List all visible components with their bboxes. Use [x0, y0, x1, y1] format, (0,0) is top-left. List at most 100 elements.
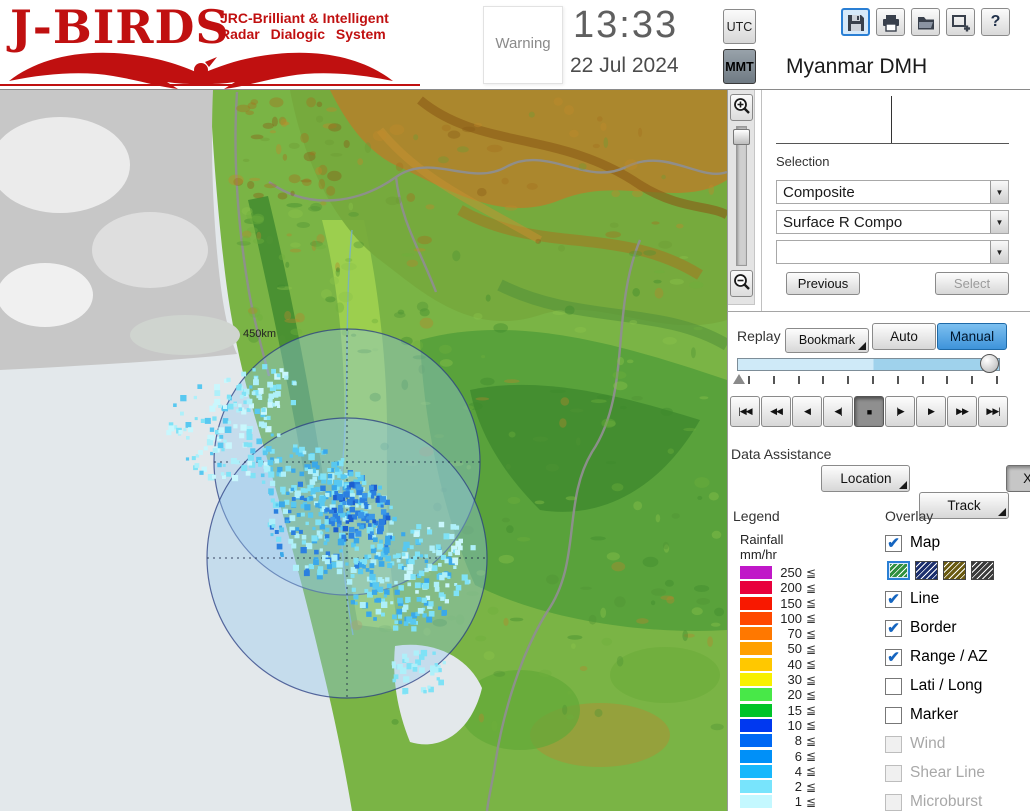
- less-equal-symbol: ≦: [806, 611, 817, 626]
- zoom-in-button[interactable]: [730, 94, 753, 121]
- legend-color-swatch: [740, 718, 772, 732]
- overlay-item-marker[interactable]: Marker: [885, 704, 1030, 726]
- overlay-item-range-az[interactable]: ✔ Range / AZ: [885, 646, 1030, 668]
- playback-fast-rewind-button[interactable]: ◀◀: [761, 396, 791, 427]
- legend-row: 4 ≦: [740, 764, 883, 779]
- product-dropdown[interactable]: Surface R Compo ▼: [776, 210, 1009, 234]
- playback-stop-button[interactable]: ■: [854, 396, 884, 427]
- help-button[interactable]: ?: [981, 8, 1010, 36]
- legend-value: 20: [787, 687, 802, 703]
- overlay-label: Map: [910, 534, 941, 551]
- overlay-checkbox-list: ✔ Map ✔ Line ✔ Border ✔ Range / AZ Lati / Long Ma…: [885, 532, 1030, 811]
- clock-time: 13:33: [573, 4, 679, 46]
- map-color-swatch-0[interactable]: [887, 561, 910, 580]
- logo-subtitle-line2: Radar Dialogic System: [220, 26, 386, 42]
- control-panel: Selection Composite ▼ Surface R Compo ▼ …: [727, 90, 1030, 811]
- chevron-down-icon[interactable]: ▼: [990, 181, 1008, 203]
- overlay-label: Border: [910, 619, 957, 636]
- replay-slider-handle[interactable]: [980, 354, 999, 373]
- overlay-item-lati-long[interactable]: Lati / Long: [885, 675, 1030, 697]
- zoom-slider-handle[interactable]: [733, 129, 750, 145]
- mmt-button[interactable]: MMT: [723, 49, 756, 84]
- map-color-options: [887, 561, 1030, 581]
- checkbox[interactable]: ✔: [885, 648, 902, 666]
- replay-start-marker: [733, 374, 745, 384]
- map-color-swatch-1[interactable]: [915, 561, 938, 580]
- less-equal-symbol: ≦: [806, 779, 817, 794]
- save-button[interactable]: [841, 8, 870, 36]
- zoom-out-button[interactable]: [730, 270, 753, 297]
- overlay-label: Microburst: [910, 793, 983, 810]
- logo-subtitle-line1: JRC-Brilliant & Intelligent: [220, 10, 389, 26]
- playback-step-forward-button[interactable]: ▶: [916, 396, 946, 427]
- warning-label: Warning: [495, 35, 551, 52]
- playback-controls: |◀◀ ◀◀ ◀ ◀| ■ |▶ ▶ ▶▶ ▶▶|: [730, 396, 1010, 427]
- less-equal-symbol: ≦: [806, 657, 817, 672]
- option-dropdown[interactable]: ▼: [776, 240, 1009, 264]
- overlay-item-map[interactable]: ✔ Map: [885, 532, 1030, 554]
- utc-button[interactable]: UTC: [723, 9, 756, 44]
- legend-row: 30 ≦: [740, 672, 883, 687]
- legend-color-swatch: [740, 734, 772, 748]
- legend-value: 150: [780, 595, 802, 611]
- location-button[interactable]: Location: [821, 465, 911, 492]
- legend-value: 8: [794, 733, 802, 749]
- playback-jump-last-button[interactable]: ▶▶|: [978, 396, 1008, 427]
- station-info-underline: [776, 143, 1009, 144]
- playback-play-forward-button[interactable]: |▶: [885, 396, 915, 427]
- composite-dropdown[interactable]: Composite ▼: [776, 180, 1009, 204]
- zoom-slider-track[interactable]: [733, 126, 750, 266]
- overlay-label: Range / AZ: [910, 648, 988, 665]
- legend-row: 10 ≦: [740, 718, 883, 733]
- overlay-item-border[interactable]: ✔ Border: [885, 617, 1030, 639]
- legend-row: 50 ≦: [740, 641, 883, 656]
- playback-jump-first-button[interactable]: |◀◀: [730, 396, 760, 427]
- less-equal-symbol: ≦: [806, 626, 817, 641]
- chevron-down-icon[interactable]: ▼: [990, 241, 1008, 263]
- magnifier-minus-icon: [733, 274, 750, 290]
- playback-step-back-button[interactable]: ◀: [792, 396, 822, 427]
- auto-mode-button[interactable]: Auto: [872, 323, 936, 350]
- print-button[interactable]: [876, 8, 905, 36]
- x-section-button[interactable]: X-Section: [1005, 465, 1030, 492]
- checkbox[interactable]: ✔: [885, 534, 902, 552]
- replay-label: Replay: [737, 328, 781, 344]
- folder-icon: [917, 17, 934, 30]
- map-color-swatch-3[interactable]: [971, 561, 994, 580]
- capture-export-button[interactable]: [946, 8, 975, 36]
- less-equal-symbol: ≦: [806, 749, 817, 764]
- legend-value: 6: [794, 748, 802, 764]
- station-info-divider: [891, 96, 892, 143]
- slider-tick: [847, 376, 850, 384]
- legend-color-swatch: [740, 611, 772, 625]
- new-window-plus-icon: [951, 15, 970, 32]
- legend-row: 70 ≦: [740, 626, 883, 641]
- magnifier-plus-icon: [733, 98, 750, 114]
- printer-icon: [882, 15, 899, 32]
- manual-mode-button[interactable]: Manual: [937, 323, 1007, 350]
- legend-row: 8 ≦: [740, 733, 883, 749]
- checkbox[interactable]: [885, 677, 902, 695]
- checkbox[interactable]: ✔: [885, 619, 902, 637]
- map-color-swatch-2[interactable]: [943, 561, 966, 580]
- bookmark-button[interactable]: Bookmark: [785, 327, 869, 353]
- overlay-label: Marker: [910, 706, 959, 723]
- legend-color-swatch: [740, 780, 772, 794]
- less-equal-symbol: ≦: [806, 687, 817, 702]
- overlay-item-line[interactable]: ✔ Line: [885, 588, 1030, 610]
- legend-value: 200: [780, 580, 802, 596]
- checkbox[interactable]: [885, 706, 902, 724]
- question-mark-icon: ?: [990, 13, 1001, 30]
- select-button[interactable]: Select: [935, 272, 1009, 295]
- previous-button[interactable]: Previous: [786, 272, 860, 295]
- checkbox[interactable]: ✔: [885, 590, 902, 608]
- chevron-down-icon[interactable]: ▼: [990, 211, 1008, 233]
- radar-map[interactable]: 450km: [0, 90, 727, 811]
- playback-fast-forward-button[interactable]: ▶▶: [947, 396, 977, 427]
- legend-value: 40: [787, 656, 802, 672]
- less-equal-symbol: ≦: [806, 703, 817, 718]
- playback-play-reverse-button[interactable]: ◀|: [823, 396, 853, 427]
- open-folder-button[interactable]: [911, 8, 940, 36]
- overlay-item-shear-line: Shear Line: [885, 762, 1030, 784]
- replay-timeline-slider[interactable]: [737, 358, 1000, 371]
